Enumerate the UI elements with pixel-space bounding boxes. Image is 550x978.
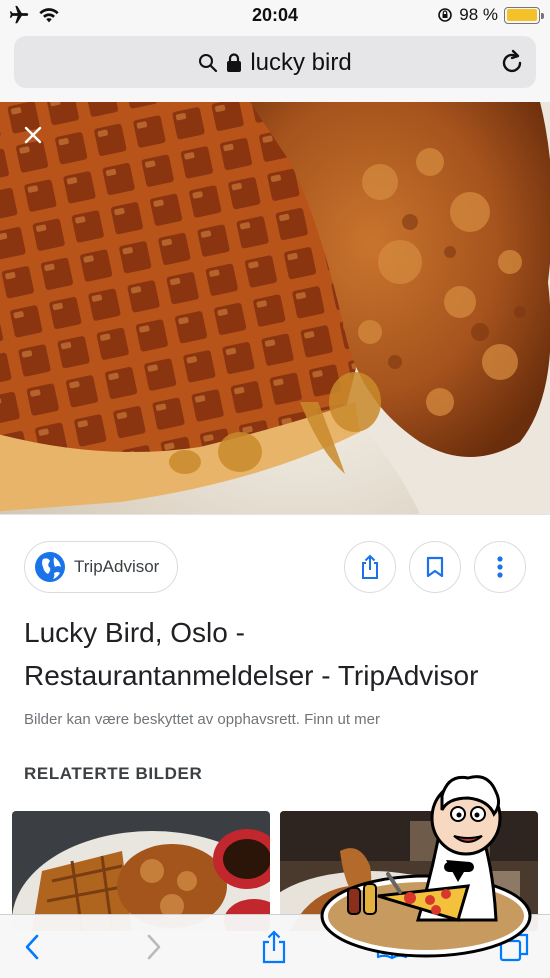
- more-options-button[interactable]: [474, 541, 526, 593]
- related-images-heading: RELATERTE BILDER: [24, 764, 203, 783]
- forward-icon: [147, 934, 161, 960]
- address-text: lucky bird: [250, 49, 352, 76]
- search-icon: [199, 54, 218, 73]
- bookmark-icon: [426, 556, 444, 578]
- back-icon: [25, 934, 39, 960]
- address-center: lucky bird: [14, 49, 536, 77]
- address-area: lucky bird: [0, 32, 550, 102]
- result-title[interactable]: Lucky Bird, Oslo - Restaurantanmeldelser…: [24, 611, 524, 697]
- address-bar[interactable]: lucky bird: [14, 36, 536, 88]
- share-icon: [262, 930, 286, 964]
- back-button[interactable]: [12, 927, 52, 967]
- copyright-note[interactable]: Bilder kan være beskyttet av opphavsrett…: [24, 711, 380, 728]
- chef-pizza-sticker: [318, 770, 540, 970]
- reload-icon[interactable]: [500, 49, 524, 75]
- save-button[interactable]: [409, 541, 461, 593]
- status-right: 98 %: [437, 5, 544, 25]
- battery-level: [506, 9, 537, 21]
- more-vertical-icon: [497, 556, 503, 578]
- share-icon: [362, 554, 378, 579]
- battery-icon: [504, 6, 544, 24]
- chef-eating-pizza-illustration: [320, 775, 532, 958]
- status-bar: 20:04 98 %: [0, 0, 550, 32]
- orientation-lock-icon: [438, 8, 453, 22]
- close-button[interactable]: [16, 118, 50, 152]
- source-chip[interactable]: TripAdvisor: [24, 541, 178, 593]
- lock-icon: [227, 53, 242, 72]
- related-image-1[interactable]: [12, 811, 270, 931]
- hero-image: [0, 102, 550, 514]
- globe-icon: [35, 552, 65, 582]
- battery-percent: 98 %: [459, 5, 498, 24]
- share-button[interactable]: [344, 541, 396, 593]
- toolbar-share-button[interactable]: [254, 927, 294, 967]
- source-name: TripAdvisor: [74, 557, 160, 576]
- forward-button[interactable]: [134, 927, 174, 967]
- chicken-and-waffles-photo: [0, 102, 550, 514]
- close-icon: [24, 126, 42, 144]
- related-thumbnail-chicken-waffles: [12, 811, 270, 931]
